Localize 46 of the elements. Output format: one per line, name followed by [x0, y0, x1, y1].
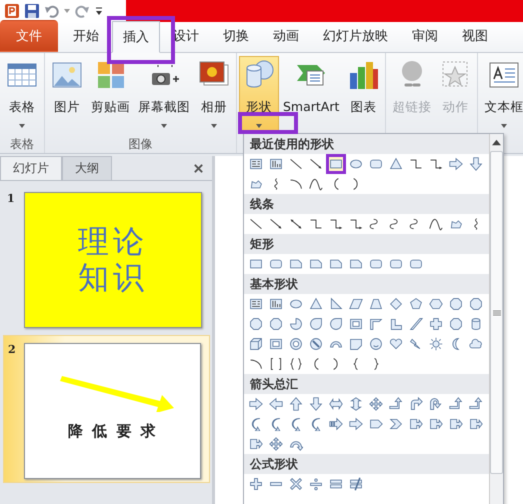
save-icon[interactable] [24, 3, 40, 19]
slide-thumbnail-item[interactable]: 2 降 低 要 求 [3, 335, 210, 483]
section-heading: 矩形 [244, 234, 489, 254]
slide-thumbnail[interactable]: 理论 知识 [24, 192, 202, 328]
app-logo-icon [4, 3, 20, 19]
group-label: 图像 [128, 136, 152, 153]
section-heading: 公式形状 [244, 454, 489, 474]
ribbon-tab[interactable]: 文件 [0, 20, 58, 52]
panel-tab[interactable]: 大纲 [62, 156, 112, 180]
section-heading: 线条 [244, 194, 489, 214]
ribbon-button[interactable]: 相册 [194, 56, 234, 132]
undo-icon[interactable] [44, 3, 60, 19]
ribbon-button[interactable]: 表格 [2, 56, 42, 132]
ribbon-button[interactable]: 图表 [343, 56, 384, 132]
group-label: 表格 [10, 136, 34, 153]
slide-thumbnail[interactable]: 降 低 要 求 [24, 343, 201, 479]
ribbon-tab[interactable]: 审阅 [401, 20, 449, 52]
ribbon-button[interactable]: 剪贴画 [87, 56, 134, 132]
ribbon-button[interactable]: 文本框 [480, 56, 523, 132]
ribbon-button[interactable]: 屏幕截图 [134, 56, 194, 132]
section-heading: 箭头总汇 [244, 374, 489, 394]
slide-body-text: 降 低 要 求 [68, 422, 158, 441]
section-heading: 基本形状 [244, 274, 489, 294]
ribbon-tab[interactable]: 视图 [451, 20, 499, 52]
ribbon-tab[interactable]: 幻灯片放映 [312, 20, 399, 52]
ribbon-tab[interactable]: 开始 [62, 20, 110, 52]
slide-number: 2 [8, 343, 17, 356]
highlight-frame [107, 16, 175, 64]
slide-title-text: 知识 [78, 260, 148, 296]
grip-icon [492, 310, 500, 316]
ribbon-tab[interactable]: 插入 [112, 21, 160, 53]
ribbon-button[interactable]: 图片 [47, 56, 87, 132]
slide-number: 1 [7, 192, 16, 205]
section-heading: 最近使用的形状 [244, 134, 489, 154]
rectangle-icon[interactable] [326, 154, 346, 174]
slide-thumbnail-item[interactable]: 1 理论 知识 [3, 185, 210, 331]
scrollbar-thumb[interactable] [490, 151, 503, 474]
ribbon-tab[interactable]: 切换 [212, 20, 260, 52]
close-icon[interactable] [193, 162, 204, 174]
bar-chart-icon [347, 59, 380, 91]
highlight-frame [238, 112, 298, 134]
panel-tab[interactable]: 幻灯片 [0, 156, 62, 180]
ribbon-button[interactable]: SmartArt [279, 56, 344, 132]
slide-title-text: 理论 [78, 224, 148, 260]
ribbon-tab[interactable]: 动画 [262, 20, 310, 52]
dropdown-arrow-icon[interactable] [64, 8, 70, 14]
